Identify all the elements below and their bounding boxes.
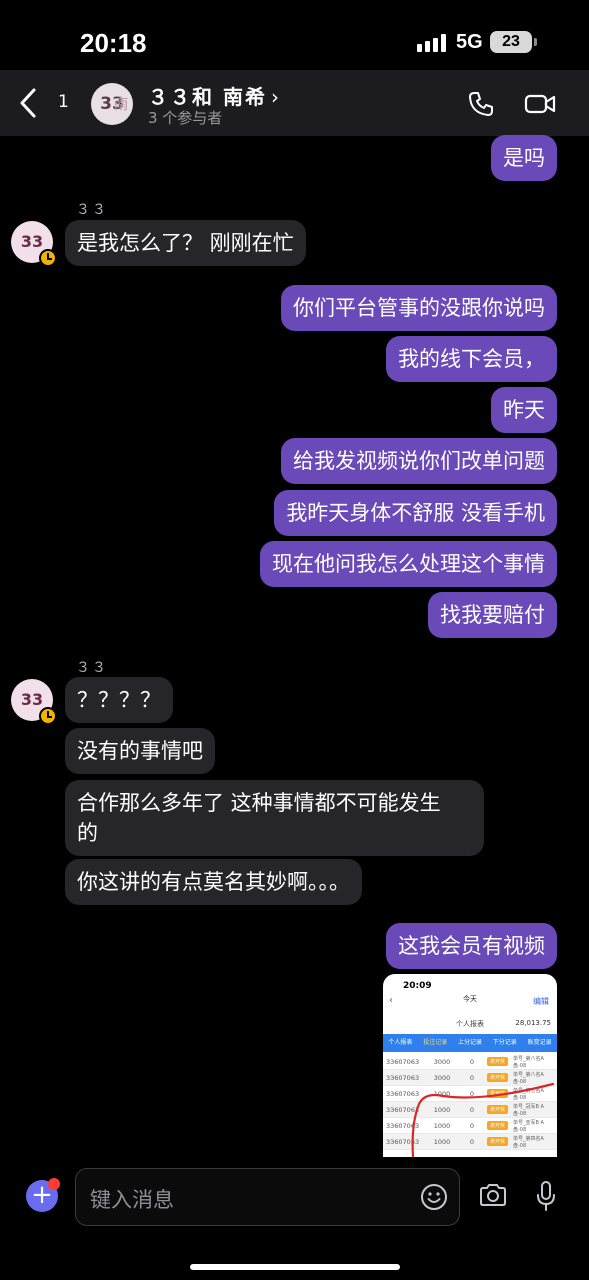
message-outgoing[interactable]: 现在他问我怎么处理这个事情	[260, 541, 557, 587]
signal-icon	[417, 34, 446, 52]
message-outgoing[interactable]: 是吗	[491, 135, 557, 181]
message-input-placeholder: 键入消息	[90, 1188, 174, 1212]
status-time: 20:18	[80, 28, 147, 58]
battery-icon: 23	[490, 31, 537, 53]
sender-name: ３３	[76, 202, 108, 218]
phone-icon[interactable]	[467, 90, 495, 118]
message-outgoing[interactable]: 我的线下会员，	[386, 336, 557, 382]
group-avatar[interactable]: 33 南希	[91, 83, 133, 125]
message-line: 合作那么多年了 这种事情都不可能发生	[77, 791, 441, 815]
microphone-icon[interactable]	[535, 1180, 557, 1212]
message-incoming[interactable]: 没有的事情吧	[65, 728, 215, 774]
message-outgoing[interactable]: 找我要赔付	[428, 592, 557, 638]
video-thumbnail[interactable]: 20:09 ‹ 今天 编辑 个人报表 28,013.75 个人报表 投注记录 上…	[383, 974, 557, 1157]
camera-icon[interactable]	[478, 1182, 508, 1208]
notification-dot	[48, 1178, 60, 1190]
message-incoming[interactable]: ？？？？	[65, 677, 173, 723]
message-incoming[interactable]: 是我怎么了？ 刚刚在忙	[65, 220, 306, 266]
chevron-right-icon: ›	[270, 85, 281, 109]
status-bar: 20:18 5G 23	[0, 0, 589, 80]
message-input[interactable]: 键入消息	[75, 1168, 460, 1226]
message-composer: + 键入消息	[0, 1160, 589, 1280]
chat-title[interactable]: ３３和 南希 ›	[148, 81, 281, 110]
message-incoming[interactable]: 合作那么多年了 这种事情都不可能发生 的	[65, 780, 484, 856]
message-line: 的	[77, 821, 98, 845]
unread-count[interactable]: 1	[58, 92, 69, 112]
sender-name: ３３	[76, 660, 108, 676]
participant-count: 3 个参与者	[148, 109, 223, 127]
group-avatar-overlay: 南希	[113, 95, 129, 113]
message-outgoing[interactable]: 我昨天身体不舒服 没看手机	[274, 490, 557, 536]
red-annotation-stroke	[411, 1082, 555, 1157]
sender-avatar[interactable]: 33	[11, 221, 57, 267]
home-indicator	[190, 1264, 400, 1270]
chat-title-text: ３３和 南希	[148, 85, 267, 109]
chat-header: 1 33 南希 ３３和 南希› 3 个参与者	[0, 70, 589, 136]
emoji-icon[interactable]	[420, 1183, 448, 1211]
clock-icon	[39, 249, 57, 267]
message-outgoing[interactable]: 昨天	[491, 387, 557, 433]
message-outgoing[interactable]: 你们平台管事的没跟你说吗	[281, 285, 557, 331]
network-type: 5G	[456, 31, 483, 53]
message-incoming[interactable]: 你这讲的有点莫名其妙啊。。。	[65, 859, 362, 905]
sender-avatar-text: 33	[20, 690, 44, 709]
message-outgoing[interactable]: 这我会员有视频	[386, 923, 557, 969]
sender-avatar-text: 33	[20, 232, 44, 251]
sender-avatar[interactable]: 33	[11, 679, 57, 725]
clock-icon	[39, 707, 57, 725]
message-outgoing[interactable]: 给我发视频说你们改单问题	[281, 438, 557, 484]
back-chevron-icon[interactable]	[16, 86, 42, 120]
video-camera-icon[interactable]	[524, 92, 556, 116]
